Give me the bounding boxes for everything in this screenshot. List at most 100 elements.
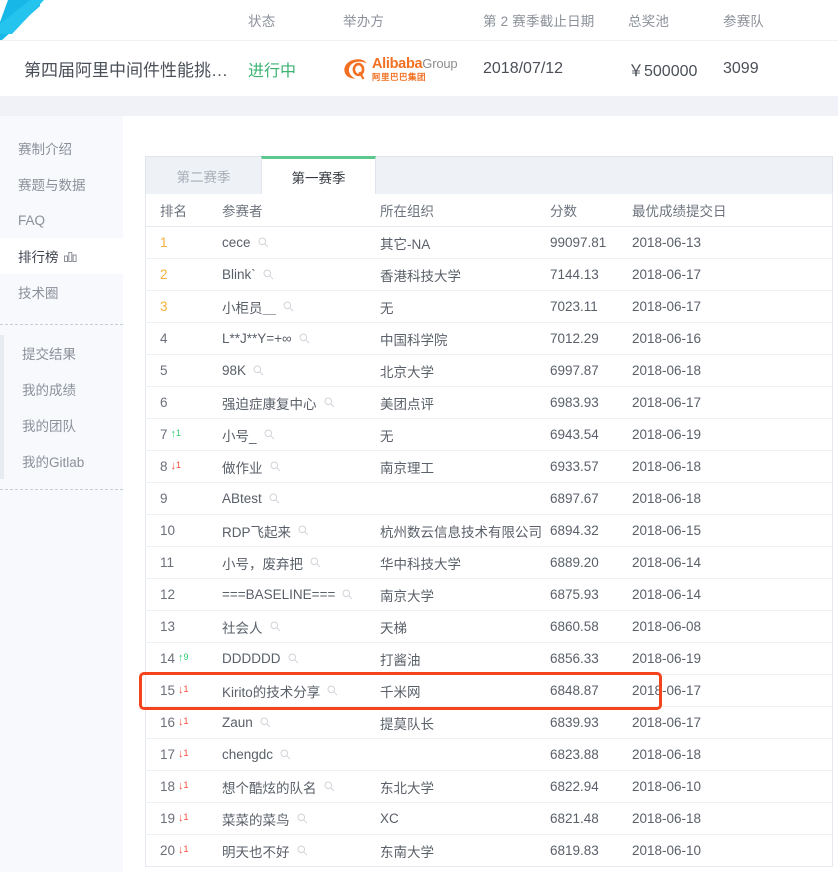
deadline-value: 2018/07/12 <box>483 59 564 77</box>
table-row[interactable]: 2 Blink` 香港科技大学 7144.13 2018-06-17 <box>145 258 832 291</box>
search-icon[interactable] <box>327 685 338 696</box>
rank-number: 12 <box>160 587 176 602</box>
alibaba-group-word: Group <box>422 56 458 71</box>
table-row[interactable]: 15 ↓ 1 Kirito的技术分享 千米网 6848.87 2018-06-17 <box>145 674 832 707</box>
participant-name: 小柜员＿ <box>222 300 276 316</box>
banner-header-row: 状态 举办方 第 2 赛季截止日期 总奖池 参赛队 <box>0 0 838 41</box>
sidebar-item-1[interactable]: 赛制介绍 <box>0 130 123 166</box>
participant-name: DDDDDD <box>222 651 281 666</box>
sidebar-item-4[interactable]: 我的Gitlab <box>4 443 123 479</box>
search-icon[interactable] <box>324 781 335 792</box>
rank-number: 16 <box>160 715 176 730</box>
table-row[interactable]: 12 ===BASELINE=== 南京大学 6875.93 2018-06-14 <box>145 578 832 611</box>
table-row[interactable]: 9 ABtest 6897.67 2018-06-18 <box>145 482 832 515</box>
cell-participant: 社会人 <box>222 610 380 643</box>
rank-number: 6 <box>160 395 168 410</box>
col-header-date[interactable]: 最优成绩提交日 <box>632 194 832 227</box>
search-icon[interactable] <box>270 621 281 632</box>
search-icon[interactable] <box>260 717 271 728</box>
banner-head-teams: 参赛队 <box>723 14 765 29</box>
prize-pool-value: ￥500000 <box>628 62 698 80</box>
table-row[interactable]: 16 ↓ 1 Zaun 提莫队长 6839.93 2018-06-17 <box>145 706 832 739</box>
tab-season-1[interactable]: 第二赛季 <box>146 157 261 194</box>
cell-submit-date: 2018-06-17 <box>632 674 832 707</box>
rank-number: 5 <box>160 363 168 378</box>
search-icon[interactable] <box>310 557 321 568</box>
search-icon[interactable] <box>283 301 294 312</box>
col-header-score[interactable]: 分数 <box>550 194 632 227</box>
sidebar-item-2[interactable]: 赛题与数据 <box>0 166 123 202</box>
sidebar-item-4[interactable]: 排行榜 <box>0 238 123 274</box>
table-row[interactable]: 6 强迫症康复中心 美团点评 6983.93 2018-06-17 <box>145 386 832 419</box>
table-row[interactable]: 13 社会人 天梯 6860.58 2018-06-08 <box>145 610 832 643</box>
col-header-org[interactable]: 所在组织 <box>380 194 550 227</box>
cell-score: 6848.87 <box>550 674 632 707</box>
table-row[interactable]: 8 ↓ 1 做作业 南京理工 6933.57 2018-06-18 <box>145 450 832 483</box>
banner-head-deadline: 第 2 赛季截止日期 <box>483 14 595 29</box>
search-icon[interactable] <box>270 461 281 472</box>
sidebar-item-5[interactable]: 技术圈 <box>0 274 123 310</box>
cell-rank: 20 ↓ 1 <box>145 834 222 867</box>
cell-organization: 南京理工 <box>380 450 550 483</box>
col-header-name[interactable]: 参赛者 <box>222 194 380 227</box>
sidebar-item-3[interactable]: 我的团队 <box>4 407 123 443</box>
cell-organization: 东南大学 <box>380 834 550 867</box>
table-row[interactable]: 17 ↓ 1 chengdc 6823.88 2018-06-18 <box>145 738 832 771</box>
table-row[interactable]: 18 ↓ 1 想个酷炫的队名 东北大学 6822.94 2018-06-10 <box>145 770 832 803</box>
search-icon[interactable] <box>342 589 353 600</box>
rank-number: 4 <box>160 331 168 346</box>
table-row[interactable]: 7 ↑ 1 小号_ 无 6943.54 2018-06-19 <box>145 418 832 451</box>
table-row[interactable]: 11 小号，废弃把 华中科技大学 6889.20 2018-06-14 <box>145 546 832 579</box>
search-icon[interactable] <box>258 237 269 248</box>
cell-submit-date: 2018-06-13 <box>632 226 832 259</box>
cell-participant: 98K <box>222 354 380 387</box>
banner-head-status: 状态 <box>248 14 276 29</box>
sidebar-divider <box>0 324 123 325</box>
col-header-rank[interactable]: 排名 <box>145 194 222 227</box>
search-icon[interactable] <box>299 333 310 344</box>
table-row[interactable]: 4 L**J**Y=+∞ 中国科学院 7012.29 2018-06-16 <box>145 322 832 355</box>
table-row[interactable]: 20 ↓ 1 明天也不好 东南大学 6819.83 2018-06-10 <box>145 834 832 867</box>
tab-season-2[interactable]: 第一赛季 <box>261 156 376 195</box>
search-icon[interactable] <box>297 813 308 824</box>
cell-organization: 其它-NA <box>380 226 550 259</box>
search-icon[interactable] <box>297 845 308 856</box>
search-icon[interactable] <box>298 525 309 536</box>
sidebar-group-upper: 赛制介绍 赛题与数据 FAQ 排行榜 技术圈 <box>0 130 123 310</box>
leaderboard-table: 排名 参赛者 所在组织 分数 最优成绩提交日 1 cece 其它-NA 99097.8… <box>145 194 833 867</box>
table-row[interactable]: 14 ↑ 9 DDDDDD 打酱油 6856.33 2018-06-19 <box>145 642 832 675</box>
banner-head-prize: 总奖池 <box>628 14 670 29</box>
sidebar-item-2[interactable]: 我的成绩 <box>4 371 123 407</box>
banner-head-host: 举办方 <box>343 14 385 29</box>
search-icon[interactable] <box>263 269 274 280</box>
cell-participant: 做作业 <box>222 450 380 483</box>
table-row[interactable]: 10 RDP飞起来 杭州数云信息技术有限公司 6894.32 2018-06-15 <box>145 514 832 547</box>
search-icon[interactable] <box>264 429 275 440</box>
search-icon[interactable] <box>269 493 280 504</box>
cell-rank: 10 <box>145 514 222 547</box>
cell-rank: 19 ↓ 1 <box>145 802 222 835</box>
rank-number: 11 <box>160 555 175 570</box>
rank-number: 18 <box>160 779 176 794</box>
sidebar-item-label: 提交结果 <box>22 347 76 362</box>
table-row[interactable]: 1 cece 其它-NA 99097.81 2018-06-13 <box>145 226 832 259</box>
search-icon[interactable] <box>253 365 264 376</box>
leaderboard-body: 1 cece 其它-NA 99097.81 2018-06-13 2 Blink` 香港科技大… <box>145 226 832 867</box>
search-icon[interactable] <box>280 749 291 760</box>
cell-score: 6875.93 <box>550 578 632 611</box>
cell-organization: 南京大学 <box>380 578 550 611</box>
search-icon[interactable] <box>324 397 335 408</box>
table-row[interactable]: 5 98K 北京大学 6997.87 2018-06-18 <box>145 354 832 387</box>
sidebar-item-1[interactable]: 提交结果 <box>4 335 123 371</box>
sidebar-item-3[interactable]: FAQ <box>0 202 123 238</box>
competition-title[interactable]: 第四届阿里中间件性能挑… <box>24 61 228 80</box>
table-row[interactable]: 19 ↓ 1 菜菜的菜鸟 XC 6821.48 2018-06-18 <box>145 802 832 835</box>
cell-submit-date: 2018-06-17 <box>632 290 832 323</box>
sidebar: 赛制介绍 赛题与数据 FAQ 排行榜 技术圈 提交结果我的成绩 我的团队 我的Gitlab <box>0 116 123 872</box>
table-row[interactable]: 3 小柜员＿ 无 7023.11 2018-06-17 <box>145 290 832 323</box>
banner-value-row: 第四届阿里中间件性能挑… 进行中 AlibabaGroup 阿里巴巴集团 201… <box>0 41 838 96</box>
cell-score: 6860.58 <box>550 610 632 643</box>
cell-participant: DDDDDD <box>222 642 380 675</box>
cell-organization <box>380 738 550 771</box>
search-icon[interactable] <box>288 653 299 664</box>
